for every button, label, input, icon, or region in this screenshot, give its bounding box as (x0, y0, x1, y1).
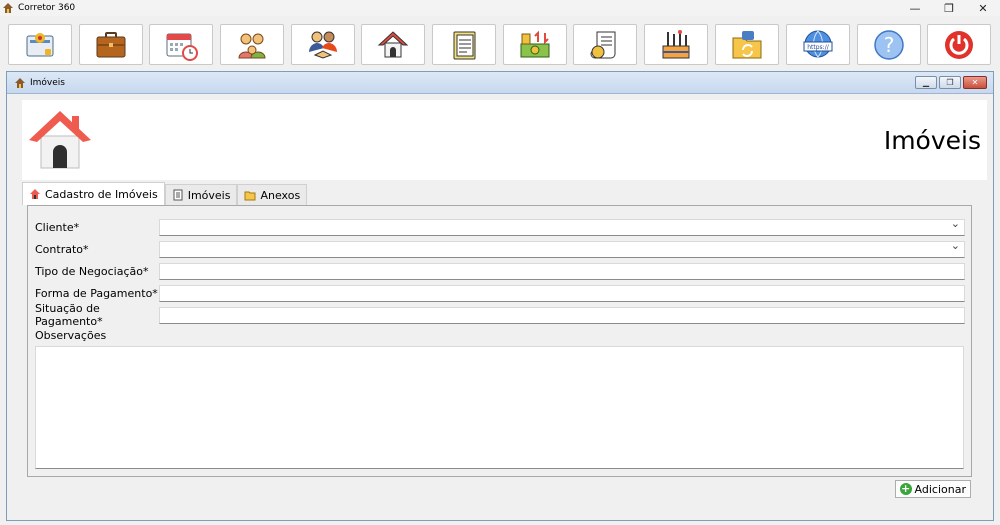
invoice-icon (590, 31, 616, 58)
toolbar-button-family[interactable] (220, 24, 284, 65)
main-toolbar: https:// ? (0, 20, 1000, 68)
tools-icon (662, 29, 690, 58)
tab-imoveis-label: Imóveis (187, 188, 231, 202)
house-icon (377, 30, 409, 57)
mdi-window-controls: ▁ ❐ ✕ (915, 76, 987, 89)
toolbar-button-handshake[interactable] (291, 24, 355, 65)
toolbar-button-power[interactable] (927, 24, 991, 65)
add-plus-icon: + (899, 482, 912, 495)
cliente-combobox[interactable] (159, 217, 965, 236)
form-row-contrato: Contrato* (35, 239, 965, 258)
form-row-tipo-negociacao: Tipo de Negociação* (35, 262, 965, 280)
power-icon (945, 30, 973, 59)
toolbar-button-backup[interactable] (715, 24, 779, 65)
cliente-label: Cliente* (35, 220, 80, 234)
page-title: Imóveis (883, 126, 981, 155)
observacoes-label: Observações (35, 329, 107, 342)
toolbar-button-calendar[interactable] (149, 24, 213, 65)
imoveis-window: Imóveis ▁ ❐ ✕ Imóveis Cadastro de Imóvei… (6, 71, 994, 521)
tab-cadastro-imoveis[interactable]: Cadastro de Imóveis (22, 182, 165, 205)
svg-text:https://: https:// (807, 44, 829, 51)
imoveis-window-titlebar: Imóveis ▁ ❐ ✕ (7, 72, 993, 94)
tab-bar: Cadastro de Imóveis Imóveis Anexos (22, 182, 308, 205)
forma-pagamento-label: Forma de Pagamento* (35, 286, 158, 300)
tipo-negociacao-input[interactable] (159, 262, 965, 280)
house-large-icon (29, 111, 91, 169)
calendar-icon (166, 33, 198, 61)
toolbar-button-https[interactable]: https:// (786, 24, 850, 65)
https-globe-icon: https:// (803, 30, 833, 57)
app-title: Corretor 360 (18, 3, 76, 13)
toolbar-button-tools[interactable] (644, 24, 708, 65)
svg-text:?: ? (884, 33, 895, 57)
toolbar-button-house[interactable] (361, 24, 425, 65)
tab-imoveis[interactable]: Imóveis (164, 184, 238, 205)
toolbar-button-help[interactable]: ? (857, 24, 921, 65)
money-transfer-icon (520, 30, 550, 57)
situacao-pagamento-input[interactable] (159, 306, 965, 324)
tipo-negociacao-label: Tipo de Negociação* (35, 264, 149, 278)
header-panel: Imóveis (22, 100, 987, 180)
help-icon: ? (874, 29, 904, 60)
backup-folder-icon (732, 30, 762, 58)
adicionar-button-label: Adicionar (914, 482, 966, 496)
toolbar-button-notebook[interactable] (432, 24, 496, 65)
window-controls: — ❐ ✕ (898, 0, 1000, 16)
house-small-icon (30, 189, 40, 199)
notebook-icon (453, 31, 476, 59)
contrato-label: Contrato* (35, 242, 89, 256)
toolbar-button-briefcase[interactable] (79, 24, 143, 65)
minimize-button[interactable]: — (898, 0, 932, 16)
briefcase-icon (96, 31, 126, 57)
family-icon (238, 33, 266, 58)
close-button[interactable]: ✕ (966, 0, 1000, 16)
tab-cadastro-imoveis-label: Cadastro de Imóveis (45, 187, 158, 201)
form-row-forma-pagamento: Forma de Pagamento* (35, 284, 965, 302)
toolbar-button-contracts[interactable] (8, 24, 72, 65)
forma-pagamento-input[interactable] (159, 284, 965, 302)
observacoes-textarea[interactable] (35, 346, 964, 469)
situacao-pagamento-label: Situação de Pagamento* (35, 302, 103, 328)
mdi-close-button[interactable]: ✕ (963, 76, 987, 89)
imoveis-window-title: Imóveis (30, 77, 65, 88)
tab-anexos-label: Anexos (260, 188, 301, 202)
contracts-icon (26, 32, 54, 56)
window-house-icon (15, 77, 25, 88)
toolbar-button-invoice[interactable] (573, 24, 637, 65)
app-logo-icon (3, 3, 13, 13)
form-row-cliente: Cliente* (35, 217, 965, 236)
app-titlebar: Corretor 360 — ❐ ✕ (0, 0, 1000, 16)
cadastro-form: Cliente* Contrato* Tipo de Negociação* F… (27, 205, 972, 477)
mdi-minimize-button[interactable]: ▁ (915, 76, 937, 89)
handshake-icon (309, 31, 337, 59)
form-row-situacao-pagamento: Situação de Pagamento* (35, 302, 965, 328)
folder-icon (244, 191, 256, 201)
mdi-restore-button[interactable]: ❐ (939, 76, 961, 89)
tab-anexos[interactable]: Anexos (237, 184, 308, 205)
toolbar-button-money[interactable] (503, 24, 567, 65)
restore-button[interactable]: ❐ (932, 0, 966, 16)
adicionar-button[interactable]: + Adicionar (894, 480, 971, 498)
contrato-combobox[interactable] (159, 239, 965, 258)
document-list-icon (173, 189, 183, 201)
